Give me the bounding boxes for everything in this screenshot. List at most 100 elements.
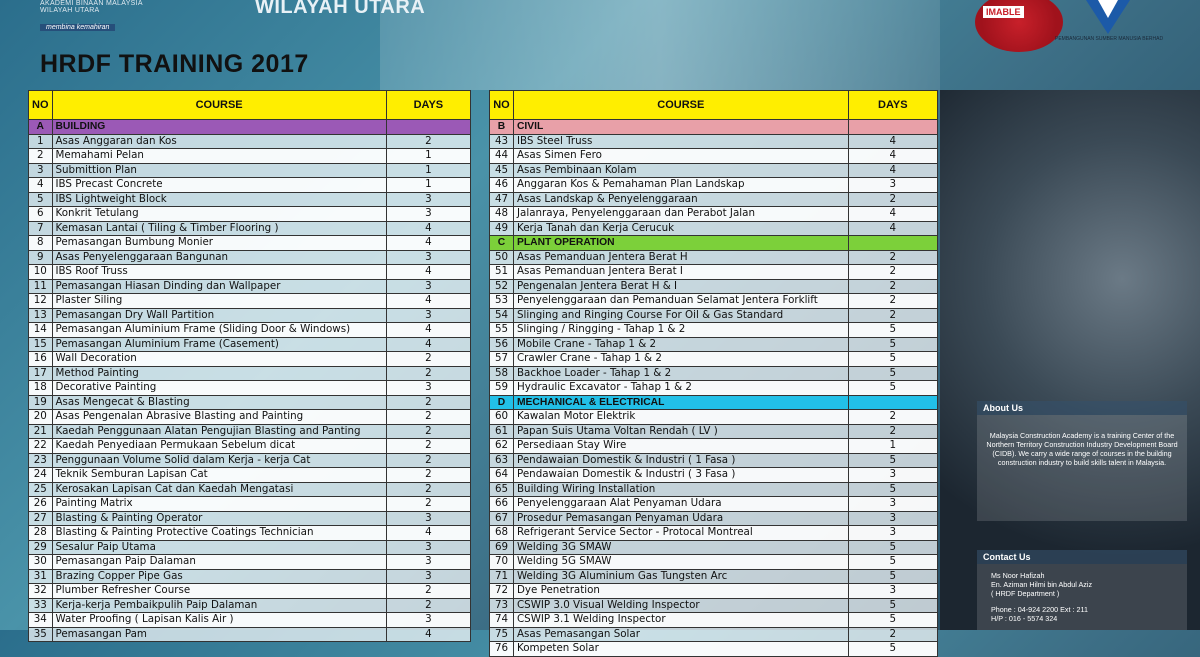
course-number: 48 (489, 206, 514, 222)
table-header-row: NO COURSE DAYS (489, 90, 939, 120)
table-row: 23 Penggunaan Volume Solid dalam Kerja - … (28, 452, 472, 468)
table-row: 16 Wall Decoration 2 (28, 351, 472, 367)
section-name: BUILDING (51, 119, 387, 135)
course-days: 3 (385, 554, 472, 570)
about-text: Malaysia Construction Academy is a train… (986, 431, 1178, 467)
table-row: 49 Kerja Tanah dan Kerja Cerucuk 4 (489, 220, 939, 236)
table-row: 27 Blasting & Painting Operator 3 (28, 510, 472, 526)
about-panel: About Us Malaysia Construction Academy i… (977, 401, 1187, 521)
table-row: 7 Kemasan Lantai ( Tiling & Timber Floori… (28, 220, 472, 236)
course-number: 34 (28, 612, 53, 628)
course-name: Kerja-kerja Pembaikpulih Paip Dalaman (51, 597, 387, 613)
table-row: 22 Kaedah Penyediaan Permukaan Sebelum di… (28, 438, 472, 454)
course-days: 4 (385, 336, 472, 352)
contact-phone: Phone : 04-924 2200 Ext : 211 (991, 605, 1088, 614)
section-days-cell (847, 119, 939, 135)
table-row: 67 Prosedur Pemasangan Penyaman Udara 3 (489, 510, 939, 526)
header-days: DAYS (385, 90, 472, 120)
section-row: D MECHANICAL & ELECTRICAL (489, 394, 939, 410)
section-days-cell (847, 394, 939, 410)
course-days: 5 (847, 539, 939, 555)
table-row: 21 Kaedah Penggunaan Alatan Pengujian Bla… (28, 423, 472, 439)
course-number: 21 (28, 423, 53, 439)
course-name: Kaedah Penggunaan Alatan Pengujian Blast… (51, 423, 387, 439)
course-days: 1 (847, 438, 939, 454)
table-row: 32 Plumber Refresher Course 2 (28, 583, 472, 599)
table-row: 26 Painting Matrix 2 (28, 496, 472, 512)
course-number: 7 (28, 220, 53, 236)
table-row: 62 Persediaan Stay Wire 1 (489, 438, 939, 454)
course-number: 50 (489, 249, 514, 265)
course-name: Mobile Crane - Tahap 1 & 2 (512, 336, 849, 352)
table-row: 2 Memahami Pelan 1 (28, 148, 472, 164)
course-number: 30 (28, 554, 53, 570)
course-name: Asas Anggaran dan Kos (51, 133, 387, 149)
course-name: Jalanraya, Penyelenggaraan dan Perabot J… (512, 206, 849, 222)
contact-mobile: H/P : 016 - 5574 324 (991, 614, 1058, 623)
table-row: 63 Pendawaian Domestik & Industri ( 1 Fas… (489, 452, 939, 468)
course-name: Blasting & Painting Protective Coatings … (51, 525, 387, 541)
course-days: 4 (385, 322, 472, 338)
course-number: 63 (489, 452, 514, 468)
course-number: 60 (489, 409, 514, 425)
course-days: 3 (385, 539, 472, 555)
course-name: Anggaran Kos & Pemahaman Plan Landskap (512, 177, 849, 193)
table-row: 3 Submittion Plan 1 (28, 162, 472, 178)
section-name: CIVIL (512, 119, 849, 135)
course-name: Pemasangan Hiasan Dinding dan Wallpaper (51, 278, 387, 294)
course-days: 2 (385, 394, 472, 410)
course-number: 73 (489, 597, 514, 613)
header-course: COURSE (51, 90, 387, 120)
table-row: 69 Welding 3G SMAW 5 (489, 539, 939, 555)
course-name: Welding 5G SMAW (512, 554, 849, 570)
table-row: 24 Teknik Semburan Lapisan Cat 2 (28, 467, 472, 483)
table-header-row: NO COURSE DAYS (28, 90, 472, 120)
course-days: 1 (385, 177, 472, 193)
table-row: 75 Asas Pemasangan Solar 2 (489, 626, 939, 642)
table-row: 58 Backhoe Loader - Tahap 1 & 25 (489, 365, 939, 381)
table-row: 66 Penyelenggaraan Alat Penyaman Udara 3 (489, 496, 939, 512)
course-name: IBS Lightweight Block (51, 191, 387, 207)
course-number: 49 (489, 220, 514, 236)
course-name: CSWIP 3.0 Visual Welding Inspector (512, 597, 849, 613)
hrdf-caption: PEMBANGUNAN SUMBER MANUSIA BERHAD (1055, 36, 1164, 42)
course-days: 2 (385, 467, 472, 483)
course-days: 2 (385, 133, 472, 149)
course-name: IBS Precast Concrete (51, 177, 387, 193)
table-row: 44 Asas Simen Fero 4 (489, 148, 939, 164)
about-heading: About Us (977, 401, 1187, 415)
course-name: IBS Steel Truss (512, 133, 849, 149)
course-days: 2 (847, 264, 939, 280)
course-number: 31 (28, 568, 53, 584)
table-row: 11 Pemasangan Hiasan Dinding dan Wallpape… (28, 278, 472, 294)
course-number: 20 (28, 409, 53, 425)
course-name: Building Wiring Installation (512, 481, 849, 497)
course-number: 14 (28, 322, 53, 338)
table-row: 50 Asas Pemanduan Jentera Berat H2 (489, 249, 939, 265)
course-name: Memahami Pelan (51, 148, 387, 164)
header-no: NO (489, 90, 514, 120)
course-name: Pendawaian Domestik & Industri ( 3 Fasa … (512, 467, 849, 483)
course-number: 53 (489, 293, 514, 309)
course-number: 65 (489, 481, 514, 497)
table-row: 61 Papan Suis Utama Voltan Rendah ( LV ) 2 (489, 423, 939, 439)
course-number: 61 (489, 423, 514, 439)
course-name: Penyelenggaraan dan Pemanduan Selamat Je… (512, 293, 849, 309)
course-days: 2 (847, 278, 939, 294)
course-number: 43 (489, 133, 514, 149)
course-number: 5 (28, 191, 53, 207)
course-number: 54 (489, 307, 514, 323)
course-name: Kerja Tanah dan Kerja Cerucuk (512, 220, 849, 236)
course-name: Asas Pemanduan Jentera Berat I (512, 264, 849, 280)
course-days: 2 (385, 351, 472, 367)
table-row: 8 Pemasangan Bumbung Monier 4 (28, 235, 472, 251)
table-row: 30 Pemasangan Paip Dalaman 3 (28, 554, 472, 570)
course-days: 2 (847, 293, 939, 309)
course-days: 2 (385, 438, 472, 454)
course-name: Welding 3G Aluminium Gas Tungsten Arc (512, 568, 849, 584)
contact-name-2: En. Aziman Hilmi bin Abdul Aziz (991, 580, 1093, 589)
section-days-cell (385, 119, 472, 135)
course-days: 2 (385, 597, 472, 613)
section-name: PLANT OPERATION (512, 235, 849, 251)
course-name: Penyelenggaraan Alat Penyaman Udara (512, 496, 849, 512)
